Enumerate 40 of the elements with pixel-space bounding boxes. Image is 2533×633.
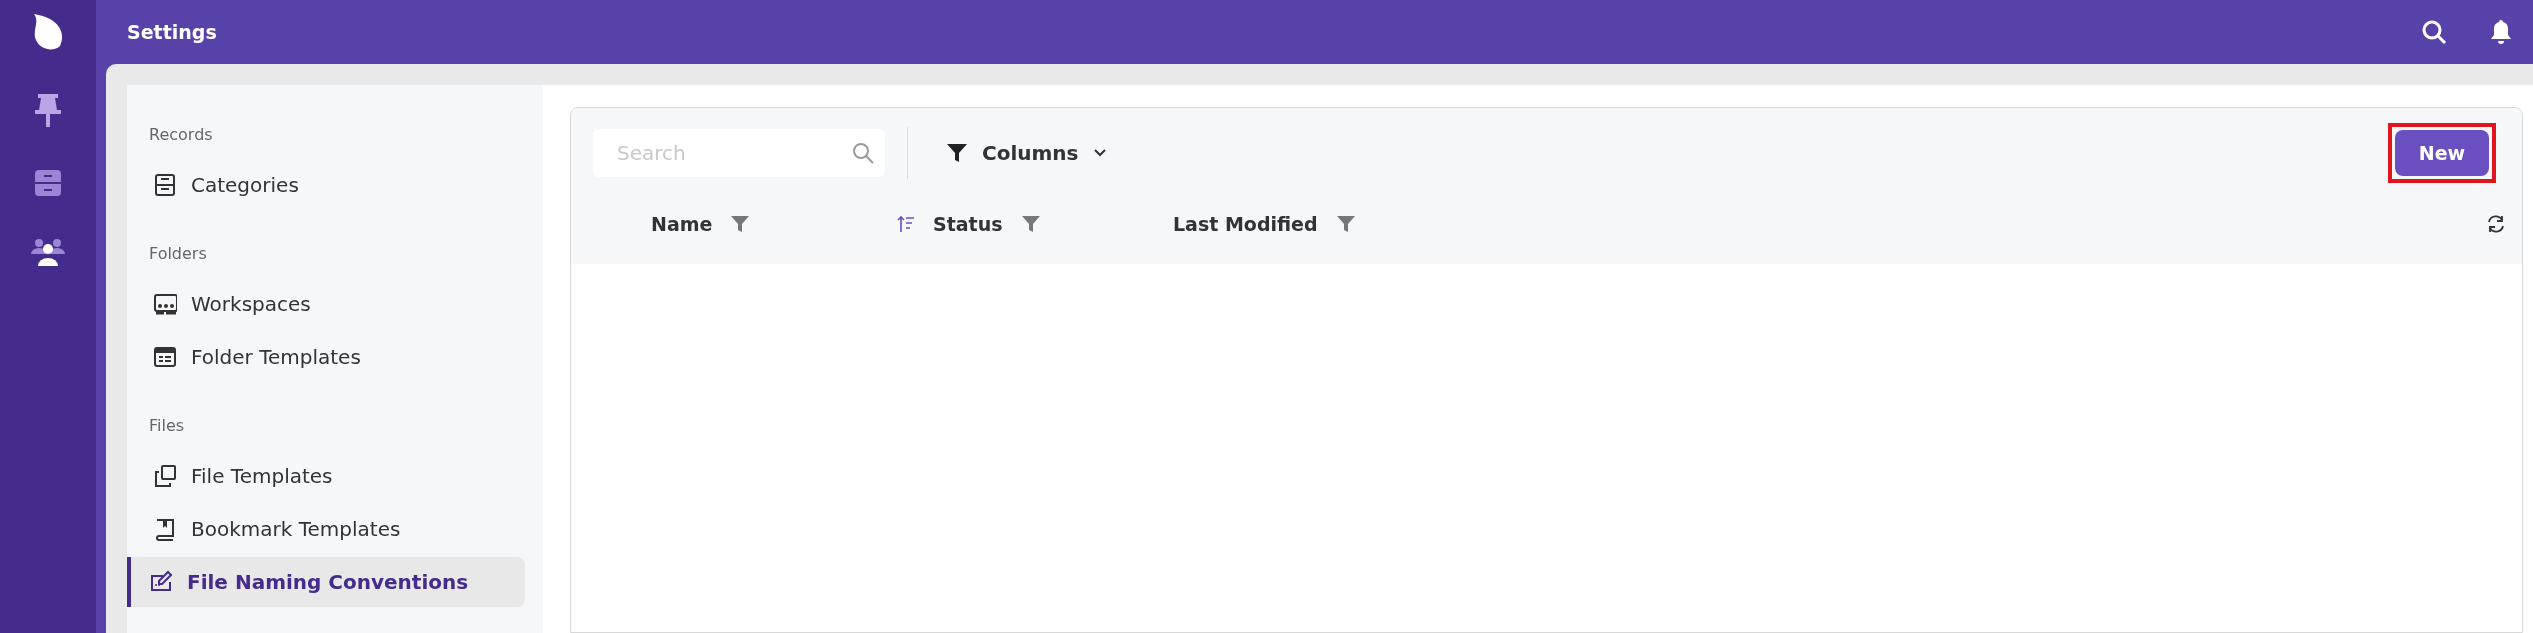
workspace-icon — [153, 292, 177, 316]
sidebar-item-label: Categories — [191, 173, 299, 197]
filter-icon[interactable] — [1020, 214, 1041, 234]
sidebar-item[interactable]: Workspaces — [127, 279, 525, 329]
section-heading: Folders — [148, 244, 208, 263]
sidebar-item-label: File Naming Conventions — [187, 570, 469, 594]
chevron-down-icon — [1092, 148, 1107, 158]
refresh-icon[interactable] — [2486, 214, 2506, 234]
bell-icon[interactable] — [2489, 19, 2513, 45]
section-heading: Files — [148, 416, 186, 435]
sidebar-item-label: Bookmark Templates — [191, 517, 401, 541]
column-header[interactable]: Last Modified — [1173, 213, 1318, 235]
copy-icon — [153, 464, 177, 488]
filter-icon[interactable] — [730, 214, 751, 234]
filter-icon — [946, 142, 968, 164]
edit-icon — [149, 570, 173, 594]
search-icon — [851, 141, 875, 165]
sidebar-item-label: File Templates — [191, 464, 333, 488]
sidebar-item[interactable]: Folder Templates — [127, 332, 525, 382]
pin-icon[interactable] — [32, 92, 64, 128]
sidebar-item[interactable]: File Templates — [127, 451, 525, 501]
cabinet-icon — [153, 173, 177, 197]
column-header[interactable]: Name — [651, 213, 713, 235]
sidebar-item[interactable]: Bookmark Templates — [127, 504, 525, 554]
filter-icon[interactable] — [1335, 214, 1356, 234]
template-icon — [153, 345, 177, 369]
new-button[interactable]: New — [2395, 130, 2489, 176]
sidebar-item-label: Workspaces — [191, 292, 311, 316]
cabinet-icon[interactable] — [33, 168, 63, 198]
page-title: Settings — [127, 21, 218, 43]
search-icon[interactable] — [2421, 19, 2447, 45]
sidebar-item-label: Folder Templates — [191, 345, 361, 369]
sort-icon[interactable] — [897, 215, 915, 233]
sidebar-item[interactable]: File Naming Conventions — [127, 557, 525, 607]
book-icon — [153, 517, 177, 541]
sidebar-item[interactable]: Categories — [127, 160, 525, 210]
team-icon[interactable] — [31, 238, 65, 266]
section-heading: Records — [148, 125, 214, 144]
columns-button[interactable]: Columns — [930, 131, 1123, 175]
column-header[interactable]: Status — [933, 213, 1003, 235]
